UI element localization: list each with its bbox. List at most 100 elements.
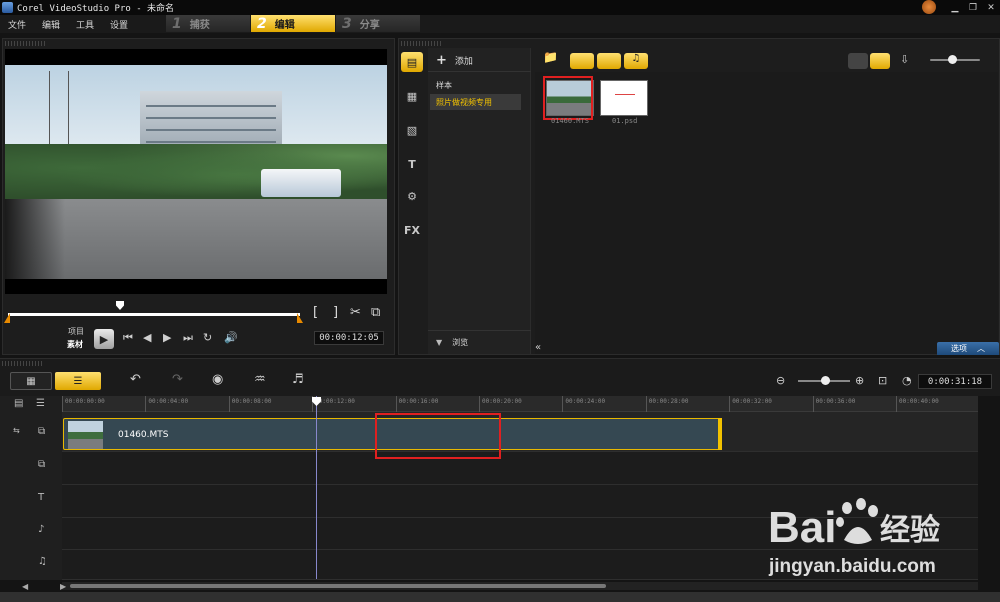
- record-capture-icon[interactable]: ◉: [212, 372, 223, 387]
- highlight-box: [543, 76, 593, 120]
- title-category-icon[interactable]: ▧: [401, 120, 423, 140]
- thumbnail-view-icon[interactable]: [870, 53, 890, 69]
- list-view-icon[interactable]: [848, 53, 868, 69]
- scrollbar-thumb[interactable]: [70, 584, 606, 588]
- repeat-icon[interactable]: ↻: [203, 331, 212, 344]
- watermark-url: jingyan.baidu.com: [769, 556, 936, 577]
- folder-icon[interactable]: 📁: [543, 50, 559, 66]
- auto-music-icon[interactable]: ♬: [292, 372, 304, 387]
- voice-track-icon[interactable]: ♪: [38, 524, 44, 535]
- audio-mixer-icon[interactable]: ♒: [254, 372, 266, 387]
- enlarge-icon[interactable]: ⧉: [371, 305, 380, 320]
- project-mode-label[interactable]: 项目: [68, 326, 84, 337]
- scroll-right-icon[interactable]: ▶: [60, 582, 66, 591]
- menu-file[interactable]: 文件: [8, 18, 26, 31]
- video-track-icon[interactable]: ⧉: [38, 426, 45, 437]
- storyboard-view-button[interactable]: ▦: [10, 372, 52, 390]
- playhead-line: [316, 396, 317, 579]
- clip-thumbnail: [68, 421, 103, 449]
- ruler-tick: 00:00:00:00: [62, 396, 105, 412]
- zoom-out-icon[interactable]: ⊖: [776, 374, 785, 387]
- options-button[interactable]: 选项 ︿: [937, 342, 999, 355]
- tree-divider: [428, 330, 531, 331]
- zoom-knob[interactable]: [821, 376, 830, 385]
- overlay-track[interactable]: [62, 452, 978, 485]
- title-track-icon[interactable]: T: [38, 492, 44, 503]
- menu-edit[interactable]: 编辑: [42, 18, 60, 31]
- add-folder-button[interactable]: + 添加: [436, 53, 473, 68]
- previous-frame-icon[interactable]: ◀: [143, 331, 151, 344]
- menu-tools[interactable]: 工具: [76, 18, 94, 31]
- media-category-icon[interactable]: ▤: [401, 52, 423, 72]
- ruler-tick: 00:00:20:00: [479, 396, 522, 412]
- browse-button[interactable]: ▼ 浏览: [436, 337, 468, 348]
- split-clip-icon[interactable]: ✂: [350, 305, 361, 320]
- play-button[interactable]: ▶: [94, 329, 114, 349]
- highlight-box: [375, 413, 501, 459]
- thumb-caption: 01460.MTS: [551, 117, 589, 125]
- end-icon[interactable]: ⏭: [183, 331, 193, 345]
- ripple-edit-icon[interactable]: ⇆: [13, 426, 20, 435]
- show-audio-icon[interactable]: ♫: [624, 53, 648, 69]
- close-icon[interactable]: ✕: [982, 0, 1000, 15]
- title-bar: Corel VideoStudio Pro - 未命名: [0, 0, 1000, 15]
- preview-timecode[interactable]: 00:00:12:05: [314, 331, 384, 345]
- step-edit[interactable]: 2 编辑: [251, 15, 335, 32]
- ruler-tick: 00:00:08:00: [228, 396, 272, 412]
- menu-bar: 文件 编辑 工具 设置: [0, 15, 1000, 33]
- mark-in-icon[interactable]: [: [313, 305, 318, 320]
- browse-icon: ▼: [436, 338, 443, 347]
- filter-category-icon[interactable]: FX: [401, 220, 423, 240]
- clip-end-handle[interactable]: [718, 418, 722, 450]
- graphic-category-icon[interactable]: ⚙: [401, 186, 423, 206]
- ruler-tick: 00:00:16:00: [395, 396, 438, 412]
- home-icon[interactable]: ⏮: [123, 331, 133, 345]
- zoom-in-icon[interactable]: ⊕: [855, 374, 864, 387]
- duration-icon: ◔: [902, 374, 912, 387]
- fit-project-icon[interactable]: ⊡: [878, 374, 887, 387]
- window-title: Corel VideoStudio Pro - 未命名: [17, 4, 175, 14]
- menu-settings[interactable]: 设置: [110, 18, 128, 31]
- watermark-logo: Bai 经验: [768, 498, 940, 552]
- thumb-caption: 01.psd: [612, 117, 638, 125]
- scrubber-bar[interactable]: [8, 313, 300, 316]
- clip-mode-label[interactable]: 素材: [67, 339, 83, 350]
- music-track-icon[interactable]: ♫: [38, 556, 47, 567]
- track-manager-icon[interactable]: ▤: [14, 398, 23, 409]
- thumb-size-knob[interactable]: [948, 55, 957, 64]
- timeline-view-button[interactable]: ☰: [55, 372, 101, 390]
- app-logo-icon[interactable]: [922, 0, 936, 14]
- minimize-icon[interactable]: ▁: [946, 0, 964, 15]
- text-category-icon[interactable]: T: [401, 154, 423, 174]
- video-preview: [5, 49, 387, 294]
- collapse-icon[interactable]: «: [535, 342, 541, 353]
- restore-icon[interactable]: ❐: [964, 0, 982, 15]
- ruler-tick: 00:00:28:00: [645, 396, 689, 412]
- panel-grip[interactable]: [5, 41, 45, 46]
- redo-icon[interactable]: ↷: [172, 372, 183, 387]
- tree-item-photo-video[interactable]: 照片做视频专用: [430, 94, 521, 110]
- panel-grip[interactable]: [401, 41, 441, 46]
- library-category-bar: ▤ ▦ ▧ T ⚙ FX: [399, 48, 425, 308]
- sort-icon[interactable]: ⇩: [900, 53, 916, 69]
- overlay-track-icon[interactable]: ⧉: [38, 459, 45, 470]
- volume-icon[interactable]: 🔊: [224, 331, 238, 344]
- library-thumb-psd[interactable]: [600, 80, 648, 116]
- step-share[interactable]: 3 分享: [336, 15, 420, 32]
- scroll-left-icon[interactable]: ◀: [22, 582, 28, 591]
- transition-category-icon[interactable]: ▦: [401, 86, 423, 106]
- clip-name: 01460.MTS: [118, 430, 169, 440]
- show-photo-icon[interactable]: [597, 53, 621, 69]
- show-video-icon[interactable]: [570, 53, 594, 69]
- mark-out-icon[interactable]: ]: [333, 305, 338, 320]
- tree-item-sample[interactable]: 样本: [436, 80, 452, 91]
- window-controls: ▁ ❐ ✕: [922, 0, 1000, 15]
- panel-grip[interactable]: [2, 361, 42, 366]
- chapter-icon[interactable]: ☰: [36, 398, 45, 409]
- step-capture[interactable]: 1 捕获: [166, 15, 250, 32]
- taskbar: [0, 592, 1000, 602]
- undo-icon[interactable]: ↶: [130, 372, 141, 387]
- timeline-ruler[interactable]: 00:00:00:00 00:00:04:00 00:00:08:00 00:00:1…: [62, 396, 978, 412]
- next-frame-icon[interactable]: ▶: [163, 331, 171, 344]
- ruler-tick: 00:00:40:00: [896, 396, 939, 412]
